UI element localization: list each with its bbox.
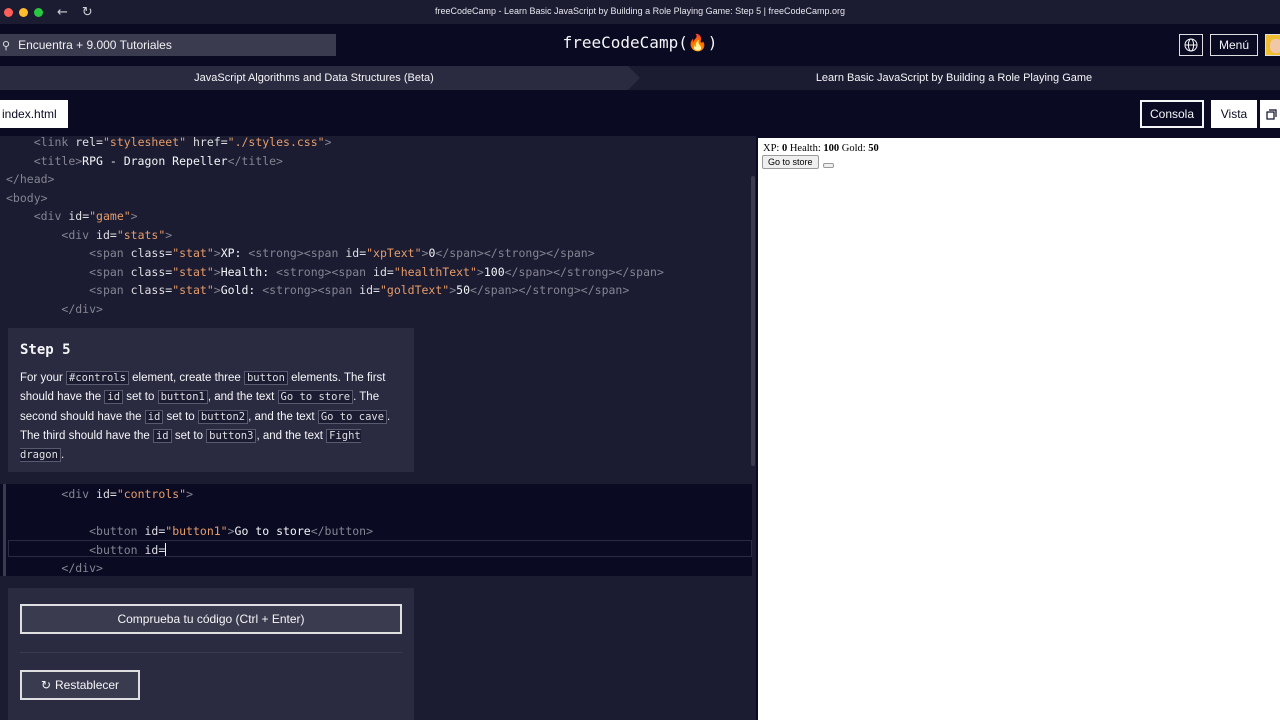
avatar-face [1270,39,1280,53]
editor-tab-bar: index.html Consola Vista [0,92,1280,136]
menu-button[interactable]: Menú [1210,34,1258,56]
code-editor[interactable]: <link rel="stylesheet" href="./styles.cs… [0,136,756,720]
traffic-lights [4,7,43,17]
gold-label: Gold: [839,143,869,154]
code-line: <title>RPG - Dragon Repeller</title> [33,153,283,168]
text-caret [165,542,167,556]
empty-button[interactable] [822,162,834,168]
xp-label: XP: [763,143,782,154]
reload-icon[interactable]: ↻ [82,5,93,20]
code-line: <div id="stats"> [61,227,173,242]
reset-label: Restablecer [55,678,120,692]
popout-preview-icon[interactable] [1260,100,1280,128]
code-line: <div id="controls"> [61,487,193,501]
reset-button[interactable]: ↻ Restablecer [20,670,140,700]
console-toggle-button[interactable]: Consola [1140,100,1204,128]
back-arrow-icon[interactable]: ← [57,5,68,20]
action-panel: Comprueba tu código (Ctrl + Enter) ↻ Rest… [8,588,414,720]
preview-toggle-button[interactable]: Vista [1211,100,1257,128]
close-window-button[interactable] [4,7,13,17]
language-globe-icon[interactable] [1179,34,1203,56]
health-value: 100 [823,143,840,154]
breadcrumb-superblock[interactable]: JavaScript Algorithms and Data Structure… [0,66,640,90]
code-line: <span class="stat">XP: <strong><span id=… [89,246,595,260]
preview-pane: XP: 0 Health: 100 Gold: 50 Go to store [758,138,1280,720]
reset-icon: ↻ [40,678,52,692]
code-line: <link rel="stylesheet" href="./styles.cs… [33,136,332,149]
code-line: <button id="button1">Go to store</button… [89,524,374,538]
window-titlebar: ← ↻ freeCodeCamp - Learn Basic JavaScrip… [0,0,1280,24]
editable-code-region[interactable]: <div id="controls"> <button id="button1"… [0,484,752,576]
step-instructions: For your #controls element, create three… [20,371,391,463]
divider [20,652,402,653]
code-line: <div id="game"> [33,209,138,223]
code-line: </div> [61,301,103,316]
tab-index-html[interactable]: index.html [0,100,68,128]
minimize-window-button[interactable] [19,7,28,17]
breadcrumb-block[interactable]: Learn Basic JavaScript by Building a Rol… [628,66,1280,90]
code-line: </head> [6,172,55,186]
code-line: </div> [61,561,103,575]
check-code-button[interactable]: Comprueba tu código (Ctrl + Enter) [20,604,402,634]
code-line: <span class="stat">Gold: <strong><span i… [89,283,630,297]
breadcrumb: JavaScript Algorithms and Data Structure… [0,66,1280,90]
go-to-store-button[interactable]: Go to store [762,155,819,169]
code-readonly-region: <link rel="stylesheet" href="./styles.cs… [6,136,664,318]
health-label: Health: [787,143,824,154]
editor-scrollbar-thumb[interactable] [751,176,755,466]
code-line: <body> [6,190,48,205]
window-title: freeCodeCamp - Learn Basic JavaScript by… [434,6,846,16]
freecodecamp-logo[interactable]: freeCodeCamp(🔥) [0,33,1280,52]
site-header: ⚲ freeCodeCamp(🔥) Menú [0,24,1280,64]
step-description-panel: Step 5 For your #controls element, creat… [8,328,414,472]
preview-stats: XP: 0 Health: 100 Gold: 50 [763,143,879,154]
maximize-window-button[interactable] [34,7,43,17]
code-line: <span class="stat">Health: <strong><span… [89,264,664,279]
step-title: Step 5 [20,342,71,358]
editable-code[interactable]: <div id="controls"> <button id="button1"… [6,485,373,578]
gold-value: 50 [868,143,879,154]
preview-controls: Go to store [762,155,834,169]
avatar[interactable] [1265,34,1280,56]
code-line: <button id= [89,542,167,557]
